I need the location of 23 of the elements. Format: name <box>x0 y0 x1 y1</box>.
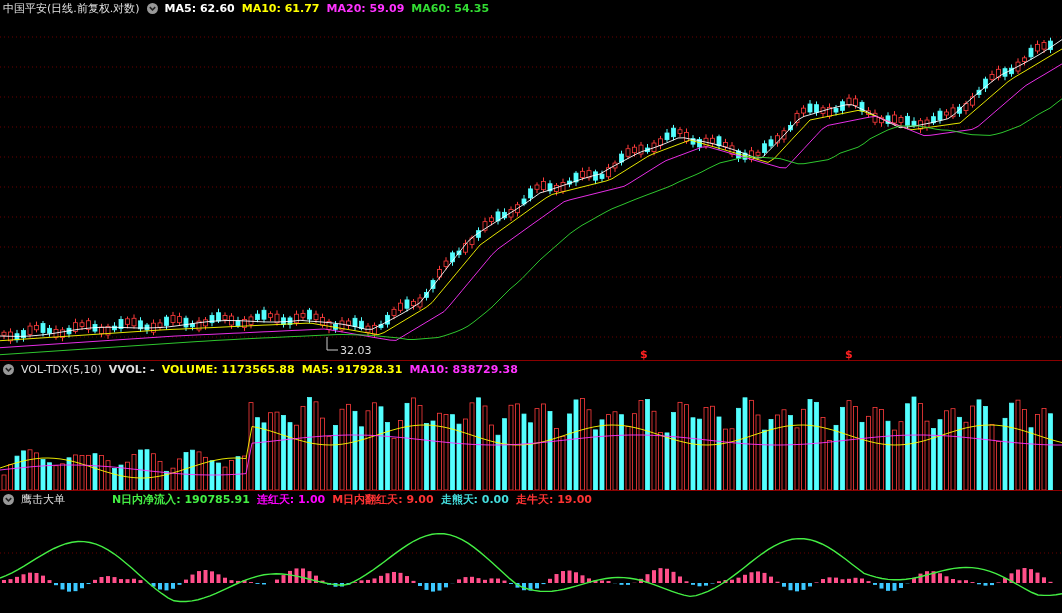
indicator-value: VVOL: - <box>108 363 155 376</box>
signal-marker: $ <box>640 348 648 360</box>
indicator-value: MA60: 54.35 <box>411 2 490 15</box>
indicator-title: VOL-TDX(5,10) <box>21 363 102 376</box>
leader-line <box>326 336 339 351</box>
indicator-value: 走牛天: 19.00 <box>515 492 592 507</box>
dropdown-chevron-icon[interactable] <box>3 364 14 375</box>
dropdown-chevron-icon[interactable] <box>146 3 158 14</box>
dropdown-chevron-icon[interactable] <box>3 494 14 505</box>
low-price-label: 32.03 <box>340 344 372 357</box>
indicator-value: N日内净流入: 190785.91 <box>112 492 250 507</box>
signal-marker: $ <box>845 348 853 360</box>
indicator-value: MA5: 62.60 <box>164 2 235 15</box>
indicator-value: VOLUME: 1173565.88 <box>161 363 295 376</box>
indicator-value: 走熊天: 0.00 <box>440 492 509 507</box>
indicator-value: 连红天: 1.00 <box>256 492 326 507</box>
indicator-value: MA5: 917928.31 <box>301 363 403 376</box>
chart-title: 中国平安(日线.前复权.对数) <box>3 1 140 16</box>
indicator-value: M日内翻红天: 9.00 <box>332 492 434 507</box>
indicator-value: MA10: 61.77 <box>241 2 320 15</box>
indicator-value: MA20: 59.09 <box>326 2 405 15</box>
indicator-title: 鹰击大单 <box>21 492 65 507</box>
indicator-value: MA10: 838729.38 <box>409 363 518 376</box>
